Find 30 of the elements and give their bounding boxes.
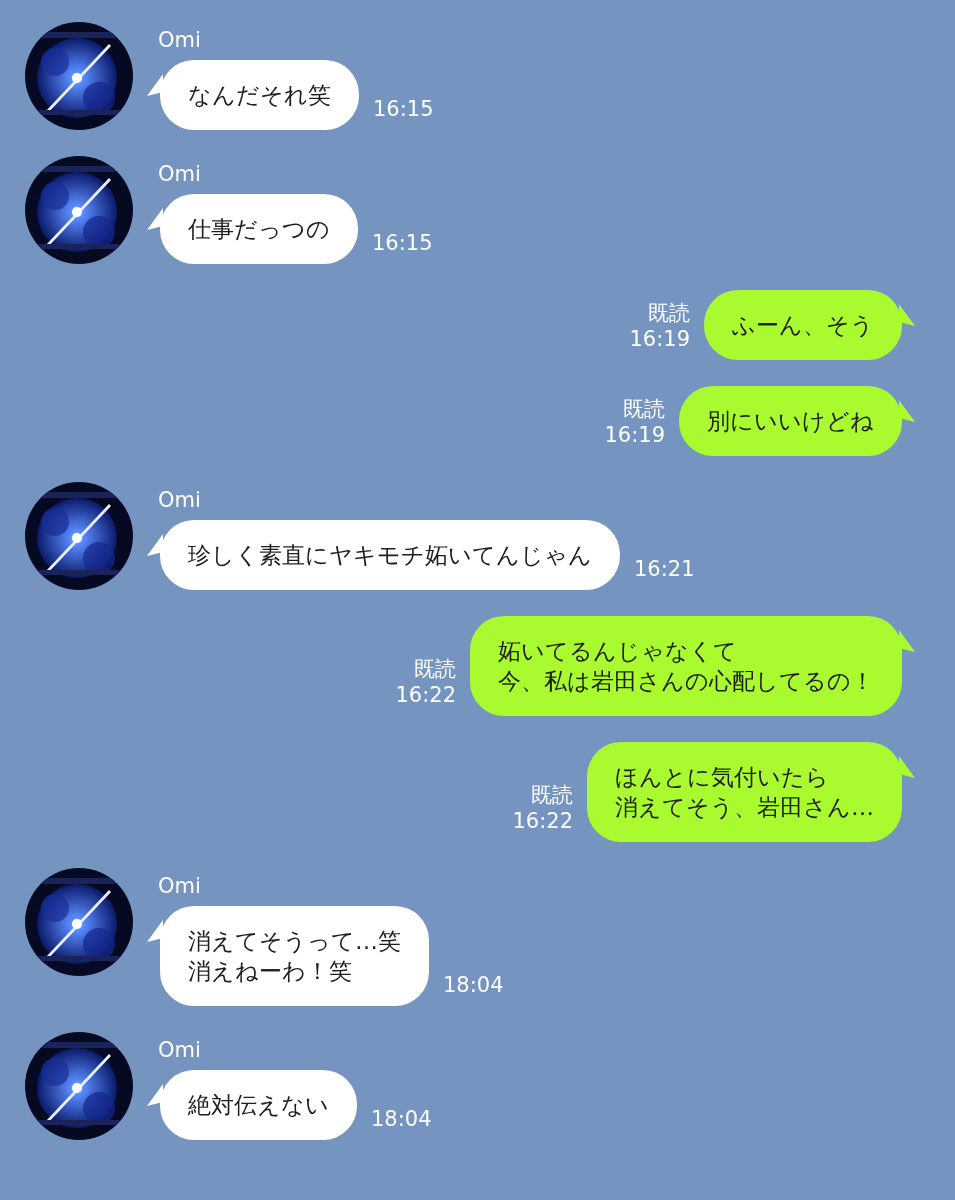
read-receipt: 既読 bbox=[623, 396, 665, 422]
message-text: 別にいいけどね bbox=[707, 407, 874, 436]
message-text: 珍しく素直にヤキモチ妬いてんじゃん bbox=[188, 541, 592, 570]
timestamp: 16:19 bbox=[604, 422, 665, 448]
timestamp: 16:22 bbox=[512, 808, 573, 834]
message-text: 絶対伝えない bbox=[188, 1091, 329, 1120]
read-receipt: 既読 bbox=[531, 782, 573, 808]
timestamp: 16:22 bbox=[395, 682, 456, 708]
message-text: ほんとに気付いたら bbox=[615, 763, 830, 792]
message-text: 今、私は岩田さんの心配してるの！ bbox=[498, 667, 874, 696]
message-text: ふーん、そう bbox=[732, 311, 874, 340]
timestamp: 18:04 bbox=[371, 1106, 432, 1132]
message-text: 妬いてるんじゃなくて bbox=[498, 637, 738, 666]
message-text: 消えねーわ！笑 bbox=[188, 957, 353, 986]
timestamp: 16:15 bbox=[373, 96, 434, 122]
timestamp: 16:15 bbox=[372, 230, 433, 256]
sender-name: Omi bbox=[158, 28, 202, 52]
message-text: なんだそれ笑 bbox=[188, 81, 331, 110]
timestamp: 16:21 bbox=[634, 556, 695, 582]
message-text: 消えてそう、岩田さん… bbox=[615, 793, 874, 822]
sender-name: Omi bbox=[158, 1038, 202, 1062]
sender-name: Omi bbox=[158, 874, 202, 898]
message-text: 仕事だっつの bbox=[188, 215, 330, 244]
timestamp: 16:19 bbox=[629, 326, 690, 352]
sender-name: Omi bbox=[158, 162, 202, 186]
message-text: 消えてそうって…笑 bbox=[188, 927, 401, 956]
timestamp: 18:04 bbox=[443, 972, 504, 998]
sender-name: Omi bbox=[158, 488, 202, 512]
read-receipt: 既読 bbox=[648, 300, 690, 326]
read-receipt: 既読 bbox=[414, 656, 456, 682]
